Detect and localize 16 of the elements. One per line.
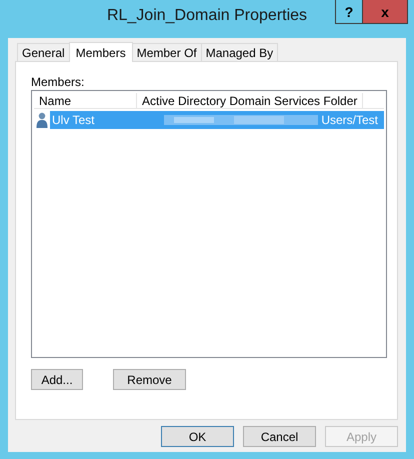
- user-icon: [36, 112, 48, 128]
- cancel-button[interactable]: Cancel: [243, 426, 316, 447]
- member-name: Ulv Test: [51, 113, 96, 127]
- tab[interactable]: General: [17, 43, 70, 61]
- members-label: Members:: [31, 75, 86, 90]
- folder-path: Users/Test: [321, 113, 378, 127]
- column-header[interactable]: Active Directory Domain Services Folder: [137, 93, 363, 108]
- tab[interactable]: Members: [68, 42, 133, 62]
- help-button[interactable]: ?: [335, 0, 363, 24]
- remove-button[interactable]: Remove: [113, 369, 186, 390]
- tab[interactable]: Managed By: [200, 43, 278, 61]
- window-title: RL_Join_Domain Properties: [106, 7, 308, 25]
- column-header[interactable]: Name: [34, 93, 137, 108]
- ok-button[interactable]: OK: [161, 426, 234, 447]
- add-button[interactable]: Add...: [31, 369, 83, 390]
- close-button[interactable]: x: [363, 0, 408, 24]
